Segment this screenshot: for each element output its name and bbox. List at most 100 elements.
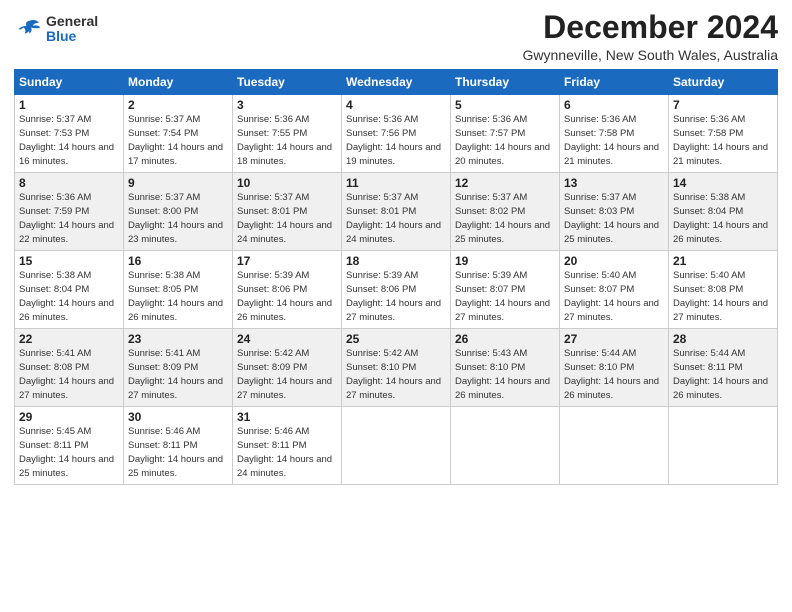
title-block: December 2024 Gwynneville, New South Wal… [523,10,778,63]
logo: General Blue [14,14,98,45]
table-row: 3 Sunrise: 5:36 AMSunset: 7:55 PMDayligh… [233,95,342,173]
day-info: Sunrise: 5:42 AMSunset: 8:10 PMDaylight:… [346,348,441,400]
day-info: Sunrise: 5:43 AMSunset: 8:10 PMDaylight:… [455,348,550,400]
table-row: 9 Sunrise: 5:37 AMSunset: 8:00 PMDayligh… [124,173,233,251]
day-number: 30 [128,410,228,424]
day-number: 20 [564,254,664,268]
day-info: Sunrise: 5:45 AMSunset: 8:11 PMDaylight:… [19,426,114,478]
table-row: 29 Sunrise: 5:45 AMSunset: 8:11 PMDaylig… [15,407,124,485]
col-wednesday: Wednesday [342,70,451,95]
day-number: 13 [564,176,664,190]
day-number: 1 [19,98,119,112]
table-row [342,407,451,485]
table-row: 25 Sunrise: 5:42 AMSunset: 8:10 PMDaylig… [342,329,451,407]
day-info: Sunrise: 5:36 AMSunset: 7:55 PMDaylight:… [237,114,332,166]
table-row: 10 Sunrise: 5:37 AMSunset: 8:01 PMDaylig… [233,173,342,251]
table-row [669,407,778,485]
day-info: Sunrise: 5:37 AMSunset: 8:03 PMDaylight:… [564,192,659,244]
table-row: 12 Sunrise: 5:37 AMSunset: 8:02 PMDaylig… [451,173,560,251]
table-row: 23 Sunrise: 5:41 AMSunset: 8:09 PMDaylig… [124,329,233,407]
day-info: Sunrise: 5:36 AMSunset: 7:58 PMDaylight:… [673,114,768,166]
day-info: Sunrise: 5:40 AMSunset: 8:07 PMDaylight:… [564,270,659,322]
col-tuesday: Tuesday [233,70,342,95]
day-number: 9 [128,176,228,190]
day-info: Sunrise: 5:37 AMSunset: 8:00 PMDaylight:… [128,192,223,244]
col-saturday: Saturday [669,70,778,95]
day-number: 8 [19,176,119,190]
table-row: 5 Sunrise: 5:36 AMSunset: 7:57 PMDayligh… [451,95,560,173]
day-info: Sunrise: 5:36 AMSunset: 7:59 PMDaylight:… [19,192,114,244]
table-row: 14 Sunrise: 5:38 AMSunset: 8:04 PMDaylig… [669,173,778,251]
day-info: Sunrise: 5:39 AMSunset: 8:06 PMDaylight:… [237,270,332,322]
header: General Blue December 2024 Gwynneville, … [14,10,778,63]
calendar-header-row: Sunday Monday Tuesday Wednesday Thursday… [15,70,778,95]
location: Gwynneville, New South Wales, Australia [523,47,778,63]
table-row: 30 Sunrise: 5:46 AMSunset: 8:11 PMDaylig… [124,407,233,485]
table-row: 31 Sunrise: 5:46 AMSunset: 8:11 PMDaylig… [233,407,342,485]
day-number: 22 [19,332,119,346]
table-row: 6 Sunrise: 5:36 AMSunset: 7:58 PMDayligh… [560,95,669,173]
day-number: 6 [564,98,664,112]
logo-bird-icon [14,15,42,43]
table-row: 2 Sunrise: 5:37 AMSunset: 7:54 PMDayligh… [124,95,233,173]
day-number: 2 [128,98,228,112]
table-row: 1 Sunrise: 5:37 AMSunset: 7:53 PMDayligh… [15,95,124,173]
logo-blue: Blue [46,29,98,44]
calendar-page: General Blue December 2024 Gwynneville, … [0,0,792,612]
day-number: 28 [673,332,773,346]
day-info: Sunrise: 5:36 AMSunset: 7:58 PMDaylight:… [564,114,659,166]
table-row: 28 Sunrise: 5:44 AMSunset: 8:11 PMDaylig… [669,329,778,407]
table-row: 21 Sunrise: 5:40 AMSunset: 8:08 PMDaylig… [669,251,778,329]
table-row: 11 Sunrise: 5:37 AMSunset: 8:01 PMDaylig… [342,173,451,251]
day-info: Sunrise: 5:40 AMSunset: 8:08 PMDaylight:… [673,270,768,322]
table-row: 16 Sunrise: 5:38 AMSunset: 8:05 PMDaylig… [124,251,233,329]
day-info: Sunrise: 5:37 AMSunset: 7:54 PMDaylight:… [128,114,223,166]
table-row [451,407,560,485]
day-info: Sunrise: 5:39 AMSunset: 8:07 PMDaylight:… [455,270,550,322]
day-info: Sunrise: 5:37 AMSunset: 7:53 PMDaylight:… [19,114,114,166]
day-info: Sunrise: 5:46 AMSunset: 8:11 PMDaylight:… [237,426,332,478]
day-number: 14 [673,176,773,190]
table-row: 20 Sunrise: 5:40 AMSunset: 8:07 PMDaylig… [560,251,669,329]
day-number: 11 [346,176,446,190]
col-sunday: Sunday [15,70,124,95]
day-number: 25 [346,332,446,346]
day-number: 4 [346,98,446,112]
day-number: 17 [237,254,337,268]
day-info: Sunrise: 5:36 AMSunset: 7:56 PMDaylight:… [346,114,441,166]
col-thursday: Thursday [451,70,560,95]
day-number: 12 [455,176,555,190]
day-number: 19 [455,254,555,268]
day-number: 5 [455,98,555,112]
day-number: 15 [19,254,119,268]
month-title: December 2024 [523,10,778,45]
table-row: 8 Sunrise: 5:36 AMSunset: 7:59 PMDayligh… [15,173,124,251]
day-info: Sunrise: 5:38 AMSunset: 8:05 PMDaylight:… [128,270,223,322]
day-number: 27 [564,332,664,346]
col-monday: Monday [124,70,233,95]
logo-general: General [46,14,98,29]
day-info: Sunrise: 5:38 AMSunset: 8:04 PMDaylight:… [19,270,114,322]
col-friday: Friday [560,70,669,95]
day-info: Sunrise: 5:36 AMSunset: 7:57 PMDaylight:… [455,114,550,166]
day-number: 26 [455,332,555,346]
day-info: Sunrise: 5:44 AMSunset: 8:10 PMDaylight:… [564,348,659,400]
table-row [560,407,669,485]
day-number: 21 [673,254,773,268]
table-row: 4 Sunrise: 5:36 AMSunset: 7:56 PMDayligh… [342,95,451,173]
day-number: 7 [673,98,773,112]
day-number: 3 [237,98,337,112]
day-info: Sunrise: 5:41 AMSunset: 8:08 PMDaylight:… [19,348,114,400]
table-row: 15 Sunrise: 5:38 AMSunset: 8:04 PMDaylig… [15,251,124,329]
table-row: 7 Sunrise: 5:36 AMSunset: 7:58 PMDayligh… [669,95,778,173]
table-row: 24 Sunrise: 5:42 AMSunset: 8:09 PMDaylig… [233,329,342,407]
day-number: 16 [128,254,228,268]
calendar-table: Sunday Monday Tuesday Wednesday Thursday… [14,69,778,485]
day-number: 31 [237,410,337,424]
day-info: Sunrise: 5:42 AMSunset: 8:09 PMDaylight:… [237,348,332,400]
day-number: 23 [128,332,228,346]
table-row: 17 Sunrise: 5:39 AMSunset: 8:06 PMDaylig… [233,251,342,329]
day-info: Sunrise: 5:37 AMSunset: 8:01 PMDaylight:… [237,192,332,244]
table-row: 22 Sunrise: 5:41 AMSunset: 8:08 PMDaylig… [15,329,124,407]
logo-text: General Blue [46,14,98,45]
